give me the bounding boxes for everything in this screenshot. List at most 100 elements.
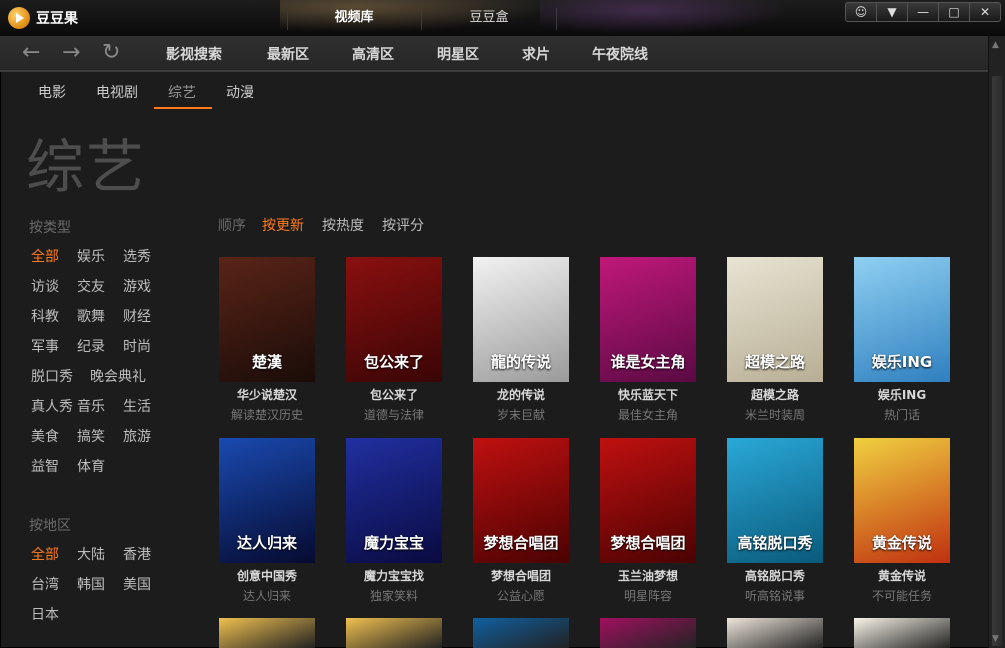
- type-filter-option[interactable]: 搞笑: [77, 426, 105, 446]
- tab-movies[interactable]: 电影: [38, 82, 66, 102]
- type-filter-option[interactable]: 全部: [31, 246, 59, 266]
- show-poster[interactable]: 梦想合唱团: [600, 438, 696, 563]
- sort-by-rating[interactable]: 按评分: [382, 215, 424, 235]
- show-poster-partial[interactable]: [346, 618, 442, 648]
- show-card[interactable]: 龍的传说 龙的传说 岁末巨献: [473, 257, 569, 423]
- region-filter-option[interactable]: 日本: [31, 604, 59, 624]
- show-title[interactable]: 创意中国秀: [219, 567, 315, 584]
- show-card[interactable]: 谁是女主角 快乐蓝天下 最佳女主角: [600, 257, 696, 423]
- vertical-scrollbar[interactable]: ▲ ▼: [988, 36, 1005, 648]
- sort-by-popularity[interactable]: 按热度: [322, 215, 364, 235]
- type-filter-option[interactable]: 游戏: [123, 276, 151, 296]
- nav-item-stars[interactable]: 明星区: [437, 44, 479, 64]
- region-filter-option[interactable]: 大陆: [77, 544, 105, 564]
- type-filter-option[interactable]: 时尚: [123, 336, 151, 356]
- show-title[interactable]: 包公来了: [346, 386, 442, 403]
- close-icon[interactable]: ✕: [969, 2, 1001, 22]
- show-title[interactable]: 华少说楚汉: [219, 386, 315, 403]
- show-title[interactable]: 超模之路: [727, 386, 823, 403]
- region-filter-option[interactable]: 台湾: [31, 574, 59, 594]
- show-card[interactable]: 包公来了 包公来了 道德与法律: [346, 257, 442, 423]
- nav-item-latest[interactable]: 最新区: [267, 44, 309, 64]
- speech-bubble-icon[interactable]: ☺: [845, 2, 877, 22]
- sort-by-update[interactable]: 按更新: [262, 215, 304, 235]
- active-tab-indicator: [154, 107, 212, 109]
- nav-item-hd[interactable]: 高清区: [352, 44, 394, 64]
- show-poster-partial[interactable]: [854, 618, 950, 648]
- show-card[interactable]: 梦想合唱团 梦想合唱团 公益心愿: [473, 438, 569, 604]
- show-card[interactable]: 魔力宝宝 魔力宝宝找 独家笑料: [346, 438, 442, 604]
- type-filter-option[interactable]: 军事: [31, 336, 59, 356]
- show-poster[interactable]: 达人归来: [219, 438, 315, 563]
- show-poster[interactable]: 黄金传说: [854, 438, 950, 563]
- nav-item-midnight[interactable]: 午夜院线: [592, 44, 648, 64]
- back-arrow-icon[interactable]: ←: [22, 42, 40, 64]
- type-filter-option[interactable]: 交友: [77, 276, 105, 296]
- show-poster[interactable]: 高铭脱口秀: [727, 438, 823, 563]
- show-poster[interactable]: 超模之路: [727, 257, 823, 382]
- show-title[interactable]: 龙的传说: [473, 386, 569, 403]
- type-filter-option[interactable]: 财经: [123, 306, 151, 326]
- region-filter-option[interactable]: 香港: [123, 544, 151, 564]
- region-filter-option[interactable]: 全部: [31, 544, 59, 564]
- show-poster[interactable]: 魔力宝宝: [346, 438, 442, 563]
- show-card[interactable]: 超模之路 超模之路 米兰时装周: [727, 257, 823, 423]
- scrollbar-thumb[interactable]: [992, 76, 1002, 646]
- show-poster[interactable]: 梦想合唱团: [473, 438, 569, 563]
- region-filter-option[interactable]: 美国: [123, 574, 151, 594]
- refresh-icon[interactable]: ↻: [102, 42, 120, 64]
- type-filter-option[interactable]: 纪录: [77, 336, 105, 356]
- poster-logo-text: 黄金传说: [871, 534, 932, 552]
- nav-item-request[interactable]: 求片: [522, 44, 550, 64]
- nav-item-search[interactable]: 影视搜索: [166, 44, 222, 64]
- tab-variety[interactable]: 综艺: [168, 82, 196, 102]
- chevron-down-icon[interactable]: ▼: [876, 2, 908, 22]
- tab-doudou-box[interactable]: 豆豆盒: [422, 0, 556, 36]
- type-filter-option[interactable]: 选秀: [123, 246, 151, 266]
- type-filter-option[interactable]: 晚会典礼: [90, 366, 146, 386]
- show-poster[interactable]: 娱乐ING: [854, 257, 950, 382]
- region-filter-option[interactable]: 韩国: [77, 574, 105, 594]
- show-poster[interactable]: 包公来了: [346, 257, 442, 382]
- show-card[interactable]: 高铭脱口秀 高铭脱口秀 听高铭说事: [727, 438, 823, 604]
- type-filter-option[interactable]: 生活: [123, 396, 151, 416]
- show-poster[interactable]: 龍的传说: [473, 257, 569, 382]
- show-card[interactable]: 黄金传说 黄金传说 不可能任务: [854, 438, 950, 604]
- show-title[interactable]: 娱乐ING: [854, 386, 950, 403]
- type-filter-option[interactable]: 益智: [31, 456, 59, 476]
- type-filter-option[interactable]: 真人秀: [31, 396, 73, 416]
- show-card[interactable]: 达人归来 创意中国秀 达人归来: [219, 438, 315, 604]
- show-card[interactable]: 梦想合唱团 玉兰油梦想 明星阵容: [600, 438, 696, 604]
- show-poster-partial[interactable]: [219, 618, 315, 648]
- show-title[interactable]: 快乐蓝天下: [600, 386, 696, 403]
- type-filter-option[interactable]: 脱口秀: [31, 366, 73, 386]
- type-filter-option[interactable]: 歌舞: [77, 306, 105, 326]
- show-title[interactable]: 梦想合唱团: [473, 567, 569, 584]
- type-filter-option[interactable]: 访谈: [31, 276, 59, 296]
- show-poster[interactable]: 谁是女主角: [600, 257, 696, 382]
- type-filter-option[interactable]: 科教: [31, 306, 59, 326]
- type-filter-option[interactable]: 体育: [77, 456, 105, 476]
- show-poster[interactable]: 楚漢: [219, 257, 315, 382]
- tab-tv-series[interactable]: 电视剧: [96, 82, 138, 102]
- show-title[interactable]: 魔力宝宝找: [346, 567, 442, 584]
- show-title[interactable]: 高铭脱口秀: [727, 567, 823, 584]
- tab-anime[interactable]: 动漫: [226, 82, 254, 102]
- maximize-icon[interactable]: □: [938, 2, 970, 22]
- show-card[interactable]: 楚漢 华少说楚汉 解读楚汉历史: [219, 257, 315, 423]
- minimize-icon[interactable]: —: [907, 2, 939, 22]
- show-poster-partial[interactable]: [727, 618, 823, 648]
- scroll-down-icon[interactable]: ▼: [992, 634, 999, 644]
- forward-arrow-icon[interactable]: →: [62, 42, 80, 64]
- show-card[interactable]: 娱乐ING 娱乐ING 热门话: [854, 257, 950, 423]
- show-poster-partial[interactable]: [600, 618, 696, 648]
- tab-video-library[interactable]: 视频库: [288, 0, 420, 36]
- type-filter-option[interactable]: 美食: [31, 426, 59, 446]
- scroll-up-icon[interactable]: ▲: [992, 40, 999, 50]
- type-filter-option[interactable]: 音乐: [77, 396, 105, 416]
- type-filter-option[interactable]: 娱乐: [77, 246, 105, 266]
- show-title[interactable]: 黄金传说: [854, 567, 950, 584]
- show-poster-partial[interactable]: [473, 618, 569, 648]
- type-filter-option[interactable]: 旅游: [123, 426, 151, 446]
- show-title[interactable]: 玉兰油梦想: [600, 567, 696, 584]
